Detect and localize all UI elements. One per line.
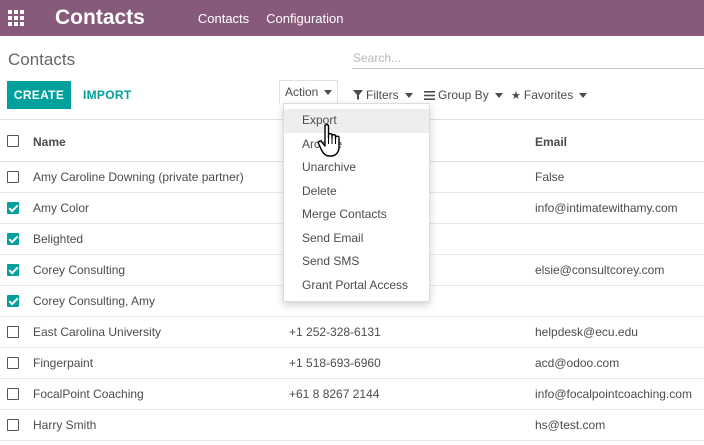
table-row[interactable]: Harry Smith hs@test.com [0,410,704,441]
star-icon: ★ [511,89,521,102]
top-navbar: Contacts Contacts Configuration [0,0,704,36]
row-checkbox[interactable] [7,357,19,369]
row-checkbox[interactable] [7,295,19,307]
table-row[interactable]: Fingerpaint +1 518-693-6960 acd@odoo.com [0,348,704,379]
filters-label: Filters [366,88,399,102]
contact-phone: +1 518-693-6960 [289,356,381,370]
row-checkbox[interactable] [7,171,19,183]
import-button[interactable]: IMPORT [83,88,131,102]
contact-email: elsie@consultcorey.com [535,263,665,277]
contact-email: info@intimatewithamy.com [535,201,678,215]
contact-email: acd@odoo.com [535,356,620,370]
row-checkbox[interactable] [7,388,19,400]
nav-configuration[interactable]: Configuration [266,11,343,26]
select-all-checkbox[interactable] [7,135,19,147]
apps-grid-icon[interactable] [8,10,24,26]
contact-email: helpdesk@ecu.edu [535,325,638,339]
action-menu-item-grant-portal-access[interactable]: Grant Portal Access [284,274,429,298]
favorites-label: Favorites [523,88,574,102]
contact-phone: +1 252-328-6131 [289,325,381,339]
contact-email: info@focalpointcoaching.com [535,387,692,401]
search-bar [352,48,704,69]
contact-name: Fingerpaint [33,356,94,370]
action-menu-item-export[interactable]: Export [284,109,429,133]
contact-phone: +61 8 8267 2144 [289,387,380,401]
contact-name: Belighted [33,232,84,246]
filter-icon [353,90,363,100]
row-checkbox[interactable] [7,233,19,245]
row-checkbox[interactable] [7,326,19,338]
caret-down-icon [324,89,333,95]
contact-name: Amy Color [33,201,90,215]
page-title: Contacts [8,50,76,69]
app-brand[interactable]: Contacts [55,6,145,30]
caret-down-icon [494,92,503,98]
group-by-label: Group By [438,88,489,102]
row-checkbox[interactable] [7,264,19,276]
action-menu-item-unarchive[interactable]: Unarchive [284,156,429,180]
contact-name: Amy Caroline Downing (private partner) [33,170,244,184]
contact-name: Corey Consulting, Amy [33,294,156,308]
contact-email: False [535,170,565,184]
contact-name: Harry Smith [33,418,97,432]
contact-name: Corey Consulting [33,263,126,277]
action-menu-item-archive[interactable]: Archive [284,133,429,157]
action-menu-item-delete[interactable]: Delete [284,180,429,204]
row-checkbox[interactable] [7,202,19,214]
action-label: Action [285,85,319,99]
action-menu-item-send-sms[interactable]: Send SMS [284,250,429,274]
action-menu-item-send-email[interactable]: Send Email [284,227,429,251]
contact-name: FocalPoint Coaching [33,387,144,401]
action-dropdown-toggle[interactable]: Action [279,80,339,103]
filters-toggle[interactable]: Filters [353,88,413,102]
table-row[interactable]: FocalPoint Coaching +61 8 8267 2144 info@f… [0,379,704,410]
action-menu-item-merge-contacts[interactable]: Merge Contacts [284,203,429,227]
create-button[interactable]: CREATE [7,81,71,109]
column-header-name[interactable]: Name [33,135,66,149]
favorites-toggle[interactable]: ★ Favorites [511,88,588,102]
action-dropdown-menu: Export Archive Unarchive Delete Merge Contac… [283,103,430,302]
search-input[interactable] [352,48,704,68]
contact-email: hs@test.com [535,418,606,432]
caret-down-icon [579,92,588,98]
bars-icon [424,90,435,100]
nav-contacts[interactable]: Contacts [198,11,249,26]
table-row[interactable]: East Carolina University +1 252-328-6131 h… [0,317,704,348]
caret-down-icon [404,92,413,98]
group-by-toggle[interactable]: Group By [424,88,503,102]
column-header-email[interactable]: Email [535,135,567,149]
contact-name: East Carolina University [33,325,162,339]
row-checkbox[interactable] [7,419,19,431]
